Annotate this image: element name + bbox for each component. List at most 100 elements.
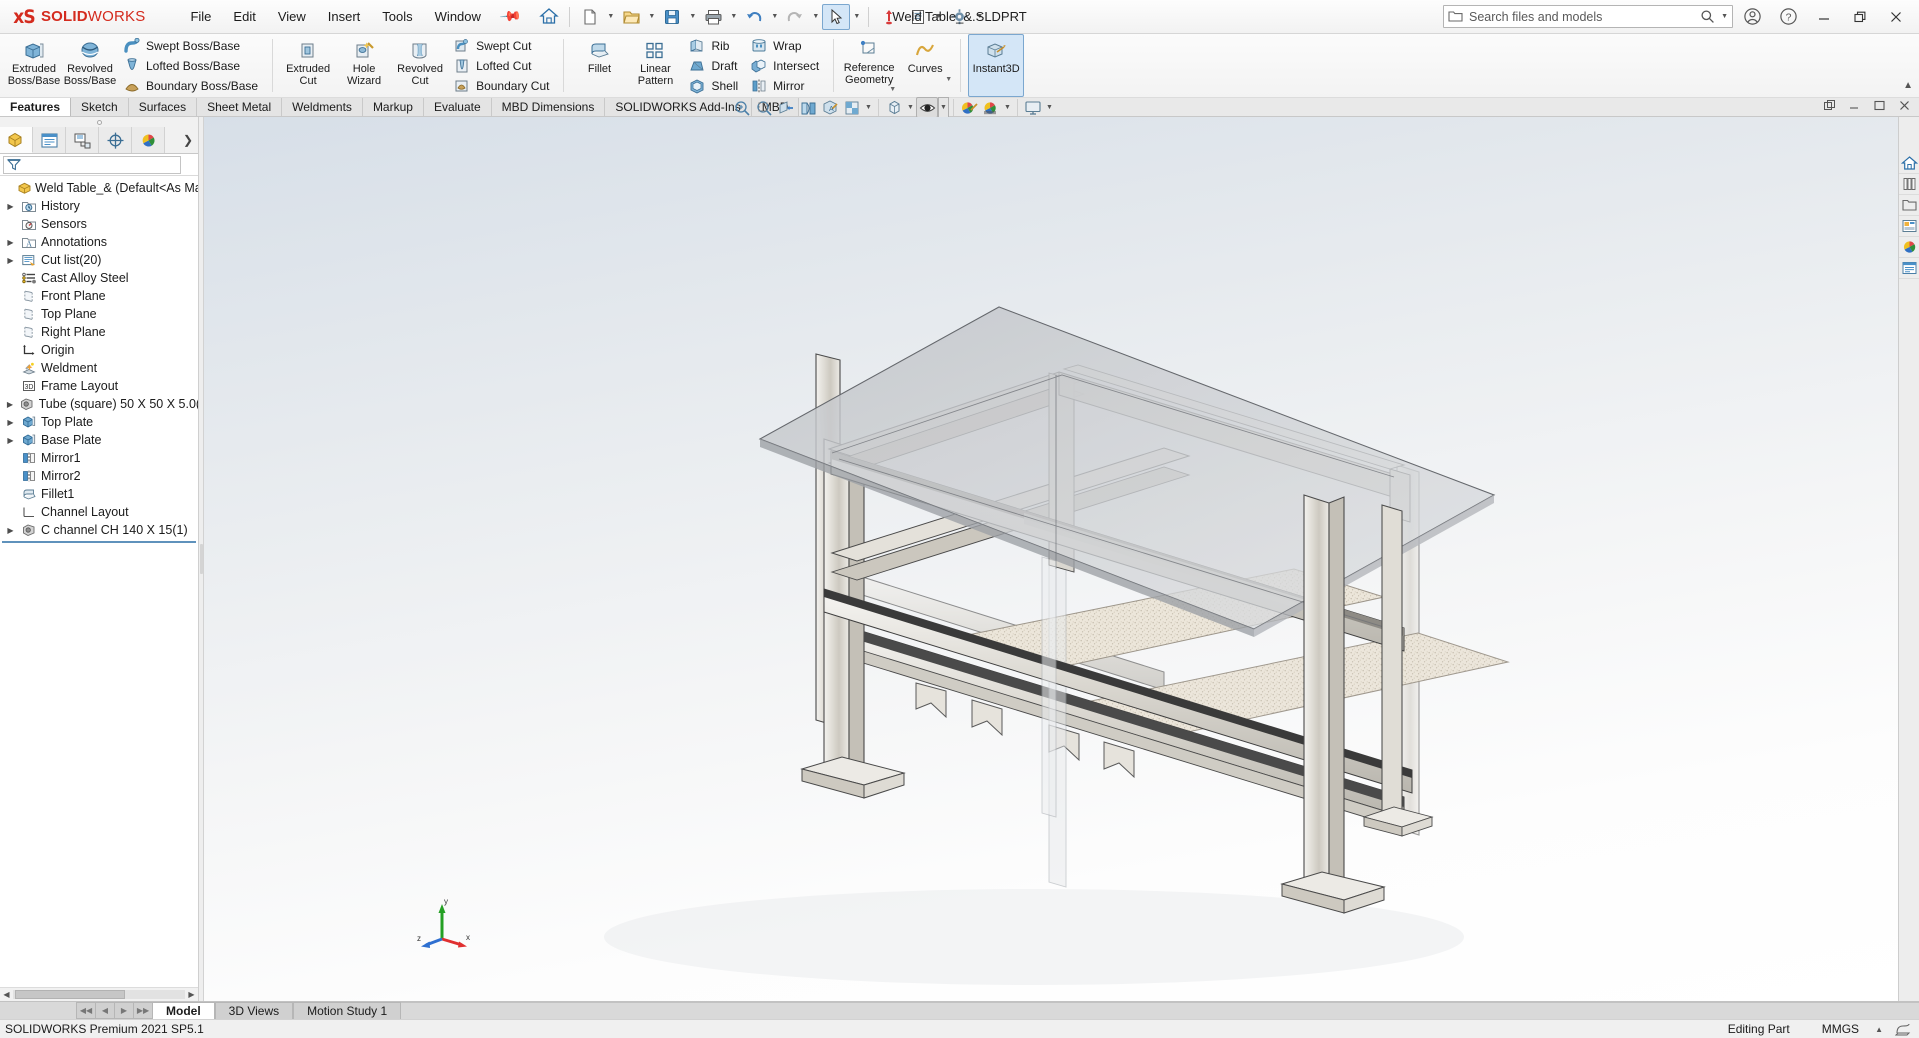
viewport-icon[interactable] [1022, 97, 1044, 118]
print-dropdown[interactable]: ▼ [728, 4, 739, 30]
tab-solidworks-addins[interactable]: SOLIDWORKS Add-Ins [605, 98, 752, 116]
reference-geometry-button[interactable]: Reference Geometry ▼ [841, 34, 897, 97]
tree-item-right-plane[interactable]: Right Plane [0, 323, 198, 341]
menu-tools[interactable]: Tools [371, 4, 423, 29]
redo-icon[interactable] [781, 4, 809, 30]
rebuild-icon[interactable] [875, 4, 903, 30]
open-document-icon[interactable] [617, 4, 645, 30]
swept-cut-button[interactable]: Swept Cut [448, 36, 556, 56]
maximize-document-icon[interactable] [1869, 99, 1890, 112]
minimize-icon[interactable] [1807, 2, 1841, 32]
tree-item-origin[interactable]: Origin [0, 341, 198, 359]
tree-item-top-plate[interactable]: ▶ Top Plate [0, 413, 198, 431]
panel-grip[interactable] [0, 117, 198, 127]
tab-evaluate[interactable]: Evaluate [423, 98, 492, 116]
tab-surfaces[interactable]: Surfaces [128, 98, 198, 116]
curves-dropdown[interactable]: ▼ [944, 76, 952, 86]
save-dropdown[interactable]: ▼ [687, 4, 698, 30]
tree-item-mirror1[interactable]: Mirror1 [0, 449, 198, 467]
undo-dropdown[interactable]: ▼ [769, 4, 780, 30]
file-explorer-icon[interactable] [1899, 195, 1919, 216]
feature-filter-input[interactable] [22, 157, 172, 172]
tree-item-weldment[interactable]: Weldment [0, 359, 198, 377]
feature-manager-tab[interactable] [0, 127, 33, 153]
shell-button[interactable]: Shell [683, 76, 745, 96]
print-icon[interactable] [699, 4, 727, 30]
tree-item-sensors[interactable]: Sensors [0, 215, 198, 233]
save-icon[interactable] [658, 4, 686, 30]
curves-button[interactable]: Curves ▼ [897, 34, 953, 97]
revolved-boss-base-button[interactable]: Revolved Boss/Base [62, 34, 118, 97]
apply-scene-icon[interactable] [958, 97, 980, 118]
expand-panel-button[interactable]: ❯ [178, 127, 198, 153]
open-document-dropdown[interactable]: ▼ [646, 4, 657, 30]
edit-appearance-dropdown[interactable]: ▼ [905, 97, 916, 118]
dimxpert-manager-tab[interactable] [99, 127, 132, 153]
redo-dropdown[interactable]: ▼ [810, 4, 821, 30]
undo-icon[interactable] [740, 4, 768, 30]
configuration-manager-tab[interactable] [66, 127, 99, 153]
instant3d-button[interactable]: Instant3D [968, 34, 1025, 97]
tree-toggle[interactable]: ▶ [4, 418, 17, 427]
lofted-cut-button[interactable]: Lofted Cut [448, 56, 556, 76]
file-properties-icon[interactable] [904, 4, 932, 30]
restore-document-icon[interactable] [1819, 99, 1840, 112]
tree-item-fillet1[interactable]: Fillet1 [0, 485, 198, 503]
menu-window[interactable]: Window [424, 4, 492, 29]
tab-mbd-dimensions[interactable]: MBD Dimensions [491, 98, 606, 116]
next-icon[interactable]: ▶ [114, 1002, 133, 1019]
tab-sheet-metal[interactable]: Sheet Metal [197, 98, 283, 116]
display-style-icon[interactable]: A [819, 97, 841, 118]
tree-item-annotations[interactable]: ▶ A Annotations [0, 233, 198, 251]
bottom-tab-motion-study-1[interactable]: Motion Study 1 [293, 1002, 402, 1019]
tree-toggle[interactable]: ▶ [4, 202, 17, 211]
menu-file[interactable]: File [179, 4, 222, 29]
reference-geometry-dropdown[interactable]: ▼ [888, 86, 896, 96]
sheet-icon[interactable] [1895, 1022, 1913, 1036]
design-library-icon[interactable] [1899, 174, 1919, 195]
lofted-boss-base-button[interactable]: Lofted Boss/Base [118, 56, 265, 76]
units-dropdown-icon[interactable]: ▲ [1875, 1025, 1895, 1034]
boundary-cut-button[interactable]: Boundary Cut [448, 76, 556, 96]
previous-icon[interactable]: ◀ [95, 1002, 114, 1019]
tab-sketch[interactable]: Sketch [71, 98, 129, 116]
tree-toggle[interactable]: ▶ [4, 436, 17, 445]
bottom-tab-3d-views[interactable]: 3D Views [214, 1002, 294, 1019]
tree-item-cut-list[interactable]: ▶ Cut list(20) [0, 251, 198, 269]
display-manager-tab[interactable] [132, 127, 165, 153]
linear-pattern-button[interactable]: Linear Pattern [627, 34, 683, 97]
zoom-to-area-icon[interactable] [753, 97, 775, 118]
tree-toggle[interactable]: ▶ [4, 256, 17, 265]
scroll-track[interactable] [13, 990, 185, 999]
scroll-left-icon[interactable]: ◀ [0, 990, 13, 999]
restore-icon[interactable] [1843, 2, 1877, 32]
appearances-scenes-icon[interactable] [1899, 237, 1919, 258]
intersect-button[interactable]: Intersect [745, 56, 826, 76]
feature-filter-box[interactable] [3, 155, 181, 174]
tree-item-frame-layout[interactable]: 3D Frame Layout [0, 377, 198, 395]
tree-toggle[interactable]: ▶ [4, 400, 16, 409]
tree-item-front-plane[interactable]: Front Plane [0, 287, 198, 305]
home-icon[interactable] [535, 4, 563, 30]
tree-toggle[interactable]: ▶ [4, 526, 17, 535]
chevron-down-icon[interactable]: ▼ [1721, 13, 1728, 20]
viewport-dropdown[interactable]: ▼ [1044, 97, 1055, 118]
file-properties-dropdown[interactable]: ▼ [933, 4, 944, 30]
bottom-tab-model[interactable]: Model [152, 1002, 215, 1019]
account-circle-icon[interactable] [1735, 2, 1769, 32]
options-dropdown[interactable]: ▼ [974, 4, 985, 30]
close-icon[interactable] [1879, 2, 1913, 32]
last-icon[interactable]: ▶▶ [133, 1002, 152, 1019]
zoom-to-fit-icon[interactable] [731, 97, 753, 118]
view-settings-dropdown[interactable]: ▼ [1002, 97, 1013, 118]
feature-tree-scrollbar[interactable]: ◀ ▶ [0, 987, 198, 1001]
close-document-icon[interactable] [1894, 99, 1915, 112]
fillet-button[interactable]: Fillet [571, 34, 627, 97]
rollback-bar[interactable] [2, 541, 196, 543]
hole-wizard-button[interactable]: Hole Wizard [336, 34, 392, 97]
graphics-area[interactable]: x y z [204, 117, 1898, 1001]
hide-show-eye-dropdown[interactable]: ▼ [938, 97, 949, 118]
tree-item-material[interactable]: Cast Alloy Steel [0, 269, 198, 287]
hide-show-eye-icon[interactable] [916, 97, 938, 118]
custom-properties-icon[interactable] [1899, 258, 1919, 279]
